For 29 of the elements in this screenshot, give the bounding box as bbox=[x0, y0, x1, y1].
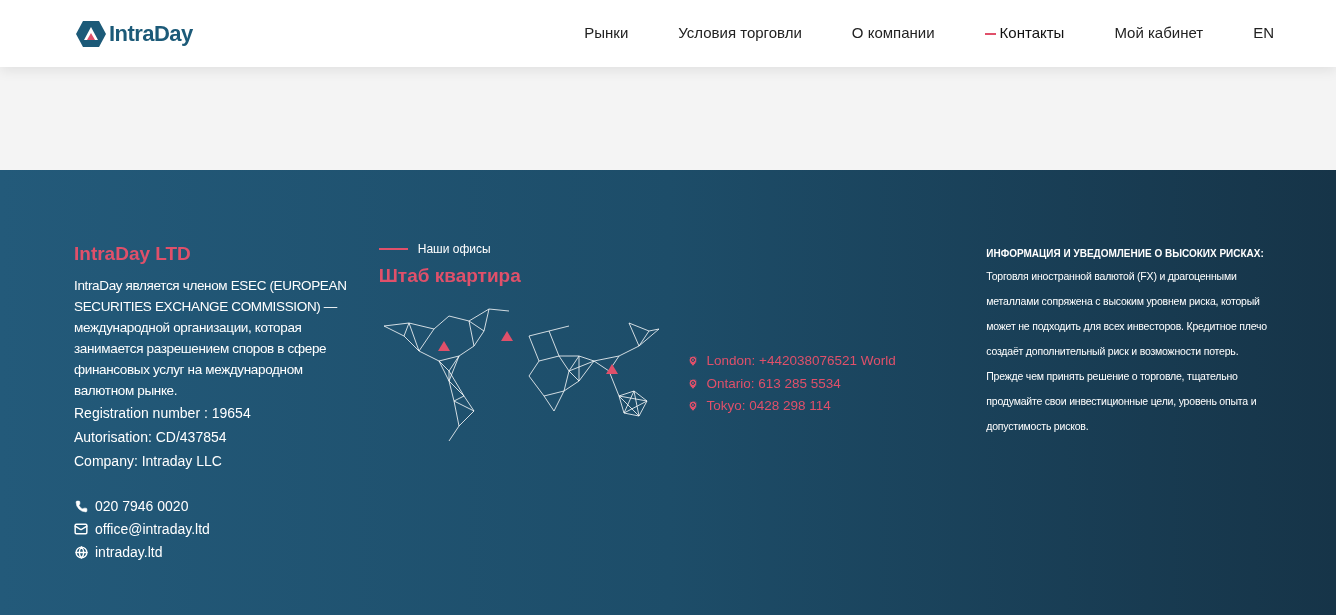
company-title: IntraDay LTD bbox=[74, 242, 192, 266]
logo-icon bbox=[75, 19, 107, 48]
risk-text: Торговля иностранной валютой (FX) и драгоценными металлами сопряжена с высоким уровнем риска, который может не подходить для всех инвесторов. Кредитное плечо создаёт дополнительный риск и возможности потерь. Прежде чем принять решение о торговле, тщательно продумайте свои инвестиционные цели, уровень опыта и допустимость рисков. bbox=[986, 269, 1268, 434]
phone-icon bbox=[74, 499, 88, 513]
logo-text: IntraDay bbox=[109, 20, 193, 48]
globe-icon bbox=[74, 545, 88, 559]
map-pin-icon bbox=[686, 377, 699, 390]
nav-link[interactable]: EN bbox=[1253, 22, 1274, 45]
nav-link[interactable]: Контакты bbox=[999, 22, 1065, 45]
company-detail: Registration number : 19654 bbox=[74, 403, 252, 423]
nav-link[interactable]: Рынки bbox=[584, 22, 629, 45]
map-pin-icon bbox=[686, 355, 699, 368]
map-pin-icon bbox=[686, 400, 699, 413]
office-address: Ontario: 613 285 5534 bbox=[706, 374, 841, 393]
company-detail: Autorisation: CD/437854 bbox=[74, 427, 228, 447]
company-description: IntraDay является членом ESEC (EUROPEAN SECURITIES EXCHANGE COMMISSION) — международной организации, которая занимается разрешением споров в сфере финансовых услуг на международном валютном рынке. bbox=[74, 276, 348, 400]
contact-text[interactable]: office@intraday.ltd bbox=[95, 517, 210, 541]
nav-link[interactable]: Мой кабинет bbox=[1114, 22, 1204, 45]
risk-title: ИНФОРМАЦИЯ И УВЕДОМЛЕНИЕ О ВЫСОКИХ РИСКАХ: bbox=[986, 247, 1265, 261]
nav-link[interactable]: О компании bbox=[851, 22, 935, 45]
office-address: Tokyo: 0428 298 114 bbox=[706, 397, 831, 415]
company-detail: Company: Intraday LLC bbox=[74, 451, 223, 471]
office-address: London: +442038076521 World bbox=[706, 352, 896, 370]
section-eyebrow: Наши офисы bbox=[417, 241, 491, 258]
mail-icon bbox=[74, 522, 88, 536]
contact-text: 020 7946 0020 bbox=[95, 496, 189, 516]
nav-link[interactable]: Условия торговли bbox=[678, 22, 802, 45]
contact-text[interactable]: intraday.ltd bbox=[95, 540, 163, 564]
section-title: Штаб квартира bbox=[378, 264, 522, 288]
